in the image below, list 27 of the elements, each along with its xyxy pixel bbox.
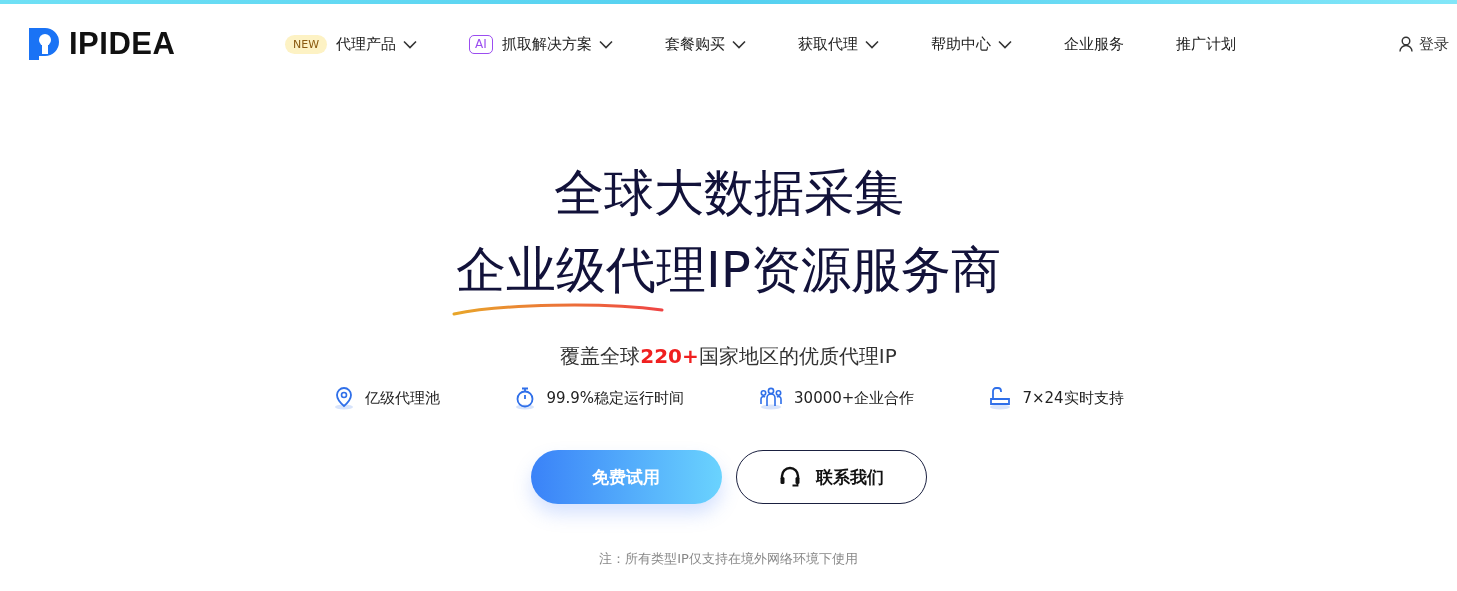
user-icon <box>1399 36 1413 52</box>
nav-item[interactable]: 获取代理 <box>797 34 879 54</box>
nav-item[interactable]: NEW 代理产品 <box>285 34 418 54</box>
nav-item[interactable]: 套餐购买 <box>664 34 746 54</box>
stopwatch-icon <box>514 386 537 410</box>
headset-icon <box>778 465 802 489</box>
logo-text[interactable]: IPIDEA <box>69 26 176 62</box>
nav-item[interactable]: 推广计划 <box>1175 34 1236 54</box>
footnote: 注：所有类型IP仅支持在境外网络环境下使用 <box>599 550 858 568</box>
people-group-icon <box>758 386 785 410</box>
nav-item[interactable]: AI 抓取解决方案 <box>469 34 613 54</box>
feature-label: 30000+企业合作 <box>794 388 915 408</box>
logo-icon <box>27 26 61 62</box>
headline: 企业级代理IP资源服务商 <box>456 240 1001 300</box>
nav-item[interactable]: 帮助中心 <box>930 34 1012 54</box>
contact-button[interactable]: 联系我们 <box>735 450 927 504</box>
feature-label: 7×24实时支持 <box>1022 388 1124 408</box>
login-link[interactable]: 登录 <box>1399 34 1449 54</box>
support-desk-icon <box>988 386 1013 410</box>
location-pin-icon <box>333 386 356 410</box>
headline: 全球大数据采集 <box>553 163 904 224</box>
new-badge: NEW <box>285 34 328 54</box>
feature-label: 亿级代理池 <box>365 388 441 408</box>
nav-item[interactable]: 企业服务 <box>1063 34 1124 54</box>
feature-label: 99.9%稳定运行时间 <box>546 388 685 408</box>
ai-badge: AI <box>469 34 493 54</box>
subtitle: 覆盖全球220+国家地区的优质代理IP <box>560 343 897 370</box>
